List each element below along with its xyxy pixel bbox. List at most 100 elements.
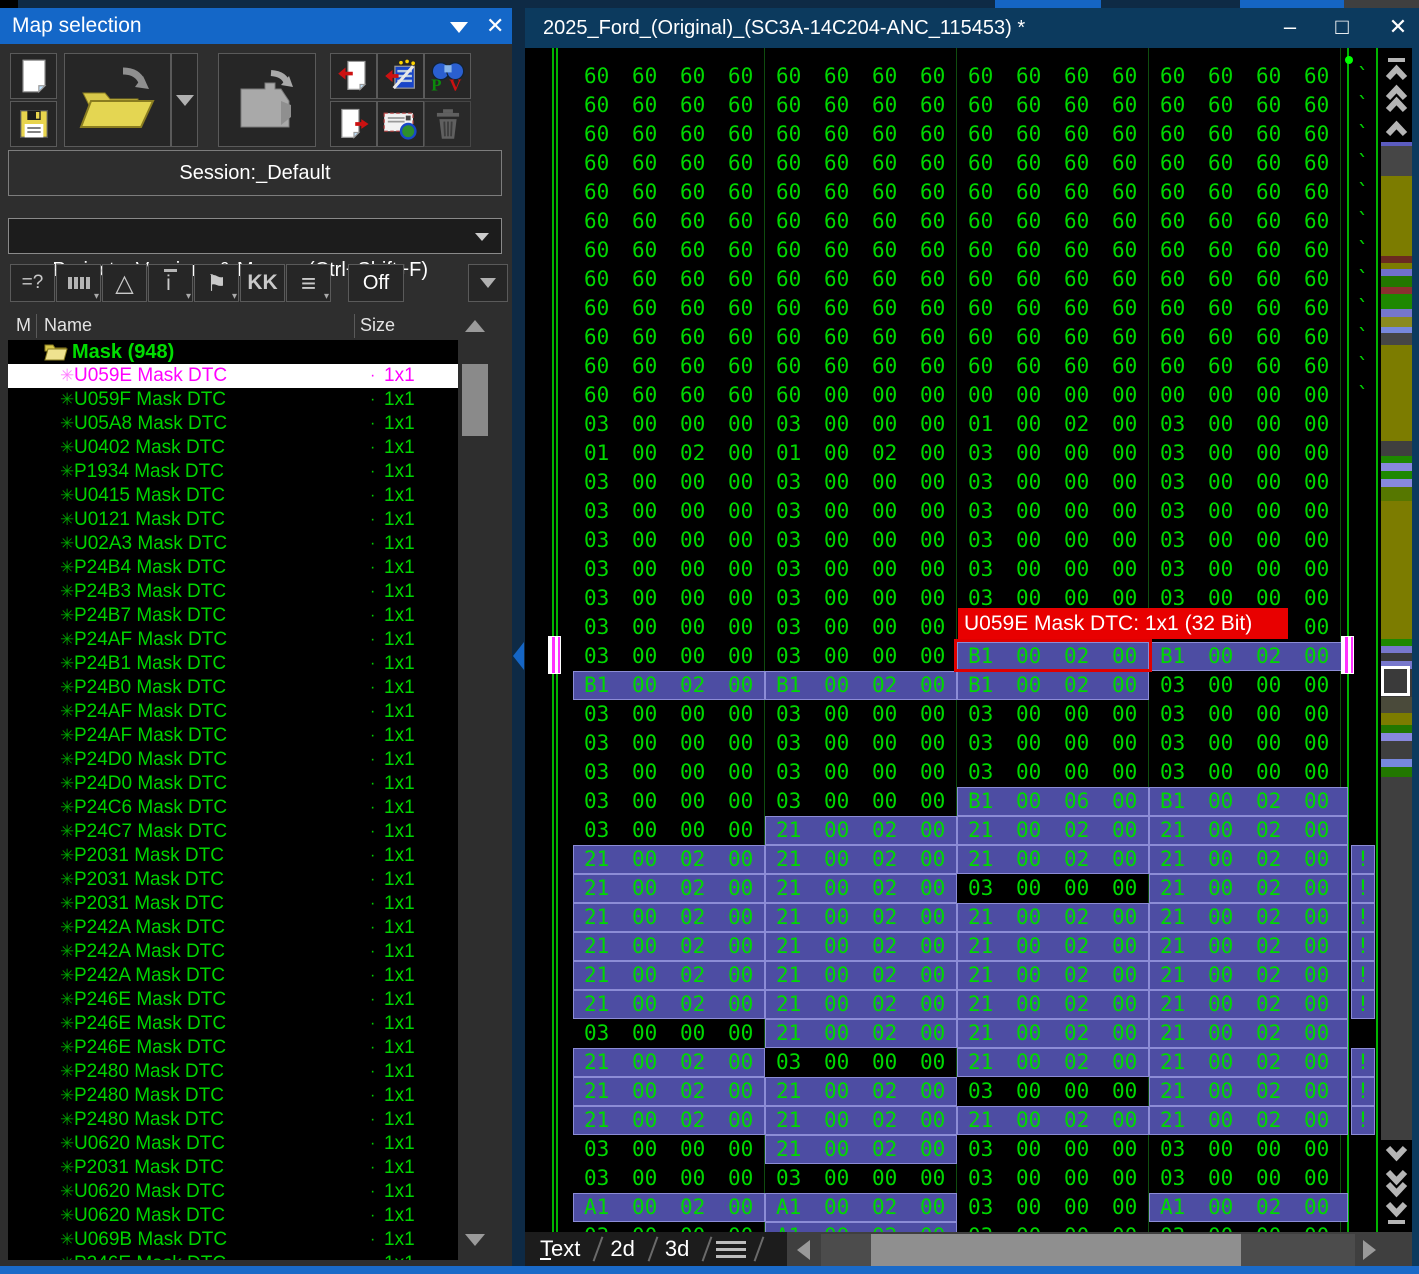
hex-group[interactable]: 03000000 (573, 526, 765, 555)
hex-group[interactable]: 03000000 (957, 1077, 1149, 1106)
hex-group[interactable]: 21000200 (957, 845, 1149, 874)
list-item[interactable]: ✳P24C7 Mask DTC·1x1 (8, 820, 458, 844)
list-item[interactable]: ✳P246E Mask DTC·1x1 (8, 1012, 458, 1036)
hex-group[interactable]: 01000200 (765, 439, 957, 468)
hex-group[interactable]: 03000000 (765, 758, 957, 787)
save-button[interactable] (10, 101, 57, 147)
hex-group[interactable]: 03000000 (1149, 1222, 1348, 1232)
hex-group[interactable]: 60606060 (573, 91, 765, 120)
list-item[interactable]: ✳P1934 Mask DTC·1x1 (8, 460, 458, 484)
hex-group[interactable]: 03000000 (765, 1048, 957, 1077)
hex-group[interactable]: 21000200 (1149, 845, 1348, 874)
hex-group[interactable]: 60606060 (1149, 178, 1348, 207)
hex-group[interactable]: 60606060 (1149, 323, 1348, 352)
list-item[interactable]: ✳P24B4 Mask DTC·1x1 (8, 556, 458, 580)
hex-group[interactable]: 21000200 (765, 1106, 957, 1135)
hex-group[interactable]: 60606060 (957, 120, 1149, 149)
hex-group[interactable]: 60606060 (765, 323, 957, 352)
hex-group[interactable]: 01000200 (573, 439, 765, 468)
hex-group[interactable]: 60606060 (765, 62, 957, 91)
hex-group[interactable]: 03000000 (1149, 439, 1348, 468)
list-item[interactable]: ✳U059F Mask DTC·1x1 (8, 388, 458, 412)
hex-group[interactable]: 60606060 (765, 91, 957, 120)
hex-group[interactable]: 03000000 (573, 787, 765, 816)
filter-more-button[interactable] (468, 264, 508, 302)
hex-group[interactable]: 60606060 (765, 294, 957, 323)
hex-group[interactable]: 21000200 (765, 1077, 957, 1106)
hex-group[interactable]: 60606060 (1149, 91, 1348, 120)
hex-group[interactable]: 21000200 (573, 932, 765, 961)
hex-group[interactable]: 60606060 (765, 236, 957, 265)
hex-group[interactable]: 03000000 (765, 468, 957, 497)
list-item[interactable]: ✳P2031 Mask DTC·1x1 (8, 844, 458, 868)
hscroll-left-icon[interactable] (797, 1240, 810, 1260)
hex-group[interactable]: 60606060 (765, 352, 957, 381)
hex-group[interactable]: 00000000 (957, 381, 1149, 410)
hex-group[interactable]: 60606060 (765, 265, 957, 294)
hex-group[interactable]: 03000000 (957, 1164, 1149, 1193)
filter-off-button[interactable]: Off (348, 264, 404, 302)
hex-group[interactable]: B1000600 (957, 787, 1149, 816)
tab-text[interactable]: Text (525, 1232, 595, 1268)
hex-group[interactable]: 60606060 (957, 62, 1149, 91)
hex-group[interactable]: 03000000 (573, 1164, 765, 1193)
hex-group[interactable]: 03000000 (1149, 700, 1348, 729)
hex-group[interactable]: 60606060 (573, 178, 765, 207)
list-item[interactable]: ✳P246E Mask DTC·1x1 (8, 988, 458, 1012)
send-email-button[interactable] (377, 101, 424, 147)
scrollbar-thumb[interactable] (462, 364, 488, 436)
filter-bars-button[interactable]: ▾ (56, 264, 101, 302)
hex-group[interactable]: 21000200 (957, 903, 1149, 932)
list-item[interactable]: ✳U0415 Mask DTC·1x1 (8, 484, 458, 508)
hex-scrollbar[interactable] (1381, 48, 1412, 1232)
hex-group[interactable]: 03000000 (765, 410, 957, 439)
filter-info-button[interactable]: i ▾ (148, 264, 193, 302)
hex-group[interactable]: 03000000 (957, 555, 1149, 584)
list-item[interactable]: ✳P24D0 Mask DTC·1x1 (8, 748, 458, 772)
hex-group[interactable]: 60606060 (957, 352, 1149, 381)
hex-group[interactable]: 21000200 (765, 1019, 957, 1048)
hex-group[interactable]: 60606060 (765, 120, 957, 149)
hex-group[interactable]: 03000000 (1149, 526, 1348, 555)
map-list-header[interactable]: M Name Size (8, 312, 458, 341)
hex-group[interactable]: 00000000 (1149, 381, 1348, 410)
list-item[interactable]: ✳P2031 Mask DTC·1x1 (8, 892, 458, 916)
list-item[interactable]: ✳P242A Mask DTC·1x1 (8, 964, 458, 988)
hex-group[interactable]: 60606060 (573, 323, 765, 352)
list-item[interactable]: ✳P24AF Mask DTC·1x1 (8, 724, 458, 748)
map-selection-titlebar[interactable]: Map selection ✕ (0, 8, 512, 44)
list-item[interactable]: ✳P24AF Mask DTC·1x1 (8, 628, 458, 652)
hex-group[interactable]: 21000200 (573, 990, 765, 1019)
hex-group[interactable]: 60606060 (1149, 120, 1348, 149)
hscroll-right-icon[interactable] (1363, 1240, 1376, 1260)
list-item[interactable]: ✳P2480 Mask DTC·1x1 (8, 1084, 458, 1108)
hex-group[interactable]: 03000000 (1149, 555, 1348, 584)
list-item[interactable]: ✳P242A Mask DTC·1x1 (8, 940, 458, 964)
filter-flag-button[interactable]: ⚑ ▾ (194, 264, 239, 302)
hex-group[interactable]: B1000200 (957, 671, 1149, 700)
hex-group[interactable]: 21000200 (765, 816, 957, 845)
hex-group[interactable]: 03000000 (957, 497, 1149, 526)
hex-group[interactable]: 03000000 (573, 410, 765, 439)
list-item[interactable]: ✳U05A8 Mask DTC·1x1 (8, 412, 458, 436)
hex-group[interactable]: A1000200 (765, 1193, 957, 1222)
hex-group[interactable]: 21000200 (1149, 816, 1348, 845)
list-item[interactable]: ✳U0402 Mask DTC·1x1 (8, 436, 458, 460)
list-item[interactable]: ✳U059E Mask DTC·1x1 (8, 364, 458, 388)
hex-group[interactable]: 03000000 (573, 642, 765, 671)
new-map-button[interactable] (10, 53, 57, 99)
list-item[interactable]: ✳P24B7 Mask DTC·1x1 (8, 604, 458, 628)
filter-kk-button[interactable]: KK (240, 264, 285, 302)
filter-compare-button[interactable]: =? (10, 264, 55, 302)
column-name[interactable]: Name (44, 312, 92, 339)
hex-group[interactable]: 60606060 (957, 323, 1149, 352)
hex-group[interactable]: 60606060 (1149, 236, 1348, 265)
hex-minimap[interactable] (1381, 142, 1412, 1140)
hex-group[interactable]: 03000000 (1149, 729, 1348, 758)
hex-grid[interactable]: 60606060606060606060606060606060`6060606… (525, 48, 1381, 1232)
tab-menu-icon[interactable] (704, 1232, 758, 1266)
hex-group[interactable]: 03000000 (1149, 1164, 1348, 1193)
hex-group[interactable]: 03000000 (765, 584, 957, 613)
hex-group[interactable]: 21000200 (573, 845, 765, 874)
map-pack-button[interactable] (218, 53, 316, 147)
